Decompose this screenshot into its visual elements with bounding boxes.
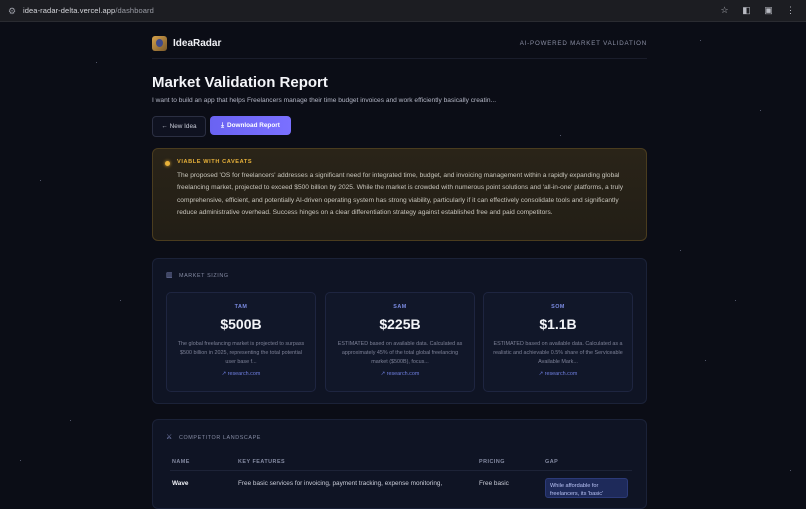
status-dot-icon [165,161,170,166]
brand-name[interactable]: IdeaRadar [173,38,221,49]
verdict-card: VIABLE WITH CAVEATS The proposed 'OS for… [152,148,647,241]
tam-card: TAM $500B The global freelancing market … [166,292,316,392]
site-settings-icon[interactable]: ⚙ [8,6,18,16]
download-icon: ⤓ [221,121,224,129]
new-idea-button[interactable]: ← New Idea [152,116,206,137]
browser-toolbar: ⚙ idea-radar-delta.vercel.app/dashboard … [0,0,806,22]
download-report-button[interactable]: ⤓ Download Report [210,116,291,135]
som-card: SOM $1.1B ESTIMATED based on available d… [483,292,633,392]
section-heading: MARKET SIZING [179,273,229,279]
idea-text: I want to build an app that helps Freela… [152,97,497,104]
column-header-features: KEY FEATURES [238,459,286,465]
app-header: IdeaRadar AI-POWERED MARKET VALIDATION [152,28,647,59]
download-label: Download Report [226,122,280,129]
source-link[interactable]: ↗ research.com [167,371,315,377]
metric-value: $500B [220,316,262,332]
bar-chart-icon: ▥ [166,272,173,279]
metric-value: $225B [379,316,421,332]
logo-icon [152,35,167,51]
competitor-pricing: Free basic [479,480,509,487]
sam-card: SAM $225B ESTIMATED based on available d… [325,292,475,392]
section-heading: COMPETITOR LANDSCAPE [179,435,261,441]
metric-label: SAM [393,304,407,310]
metric-label: TAM [234,304,248,310]
metric-description: The global freelancing market is project… [177,341,305,365]
gap-badge: While affordable for freelancers, its 'b… [545,478,628,498]
page-title: Market Validation Report [152,74,328,91]
swords-icon: ⚔ [166,434,173,441]
menu-icon[interactable]: ⋮ [785,5,796,16]
verdict-summary: The proposed 'OS for freelancers' addres… [177,172,623,216]
source-link[interactable]: ↗ research.com [326,371,474,377]
extensions-icon[interactable]: ◧ [741,5,752,16]
column-header-pricing: PRICING [479,459,505,465]
metric-description: ESTIMATED based on available data. Calcu… [493,341,623,365]
metric-label: SOM [551,304,565,310]
address-bar[interactable]: idea-radar-delta.vercel.app/dashboard [23,6,154,15]
competitor-features: Free basic services for invoicing, payme… [238,480,443,487]
competitor-name: Wave [172,480,189,487]
column-header-gap: GAP [545,459,559,465]
column-header-name: NAME [172,459,190,465]
competitor-section: ⚔ COMPETITOR LANDSCAPE NAME KEY FEATURES… [152,419,647,509]
metric-description: ESTIMATED based on available data. Calcu… [337,341,463,365]
bookmark-star-icon[interactable]: ☆ [719,5,730,16]
sidebar-icon[interactable]: ▣ [763,5,774,16]
source-link[interactable]: ↗ research.com [484,371,632,377]
market-sizing-section: ▥ MARKET SIZING TAM $500B The global fre… [152,258,647,404]
verdict-label: VIABLE WITH CAVEATS [177,159,253,165]
tagline: AI-POWERED MARKET VALIDATION [519,39,647,47]
divider [170,470,632,471]
metric-value: $1.1B [539,316,577,332]
